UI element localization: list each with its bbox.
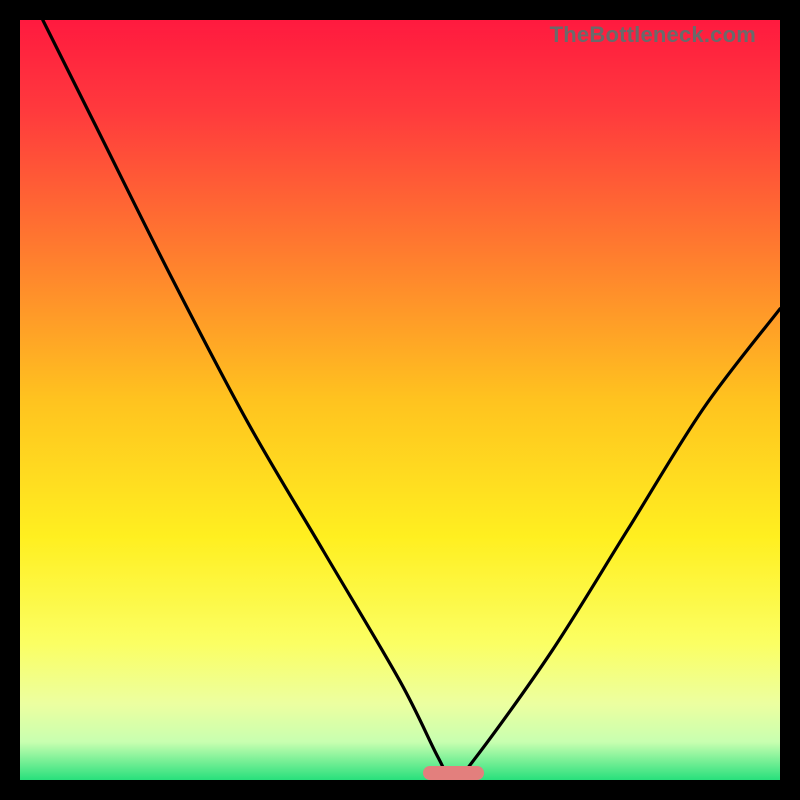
bottleneck-curve — [20, 20, 780, 780]
chart-frame: TheBottleneck.com — [20, 20, 780, 780]
watermark-label: TheBottleneck.com — [550, 22, 756, 48]
optimal-marker — [423, 766, 484, 780]
